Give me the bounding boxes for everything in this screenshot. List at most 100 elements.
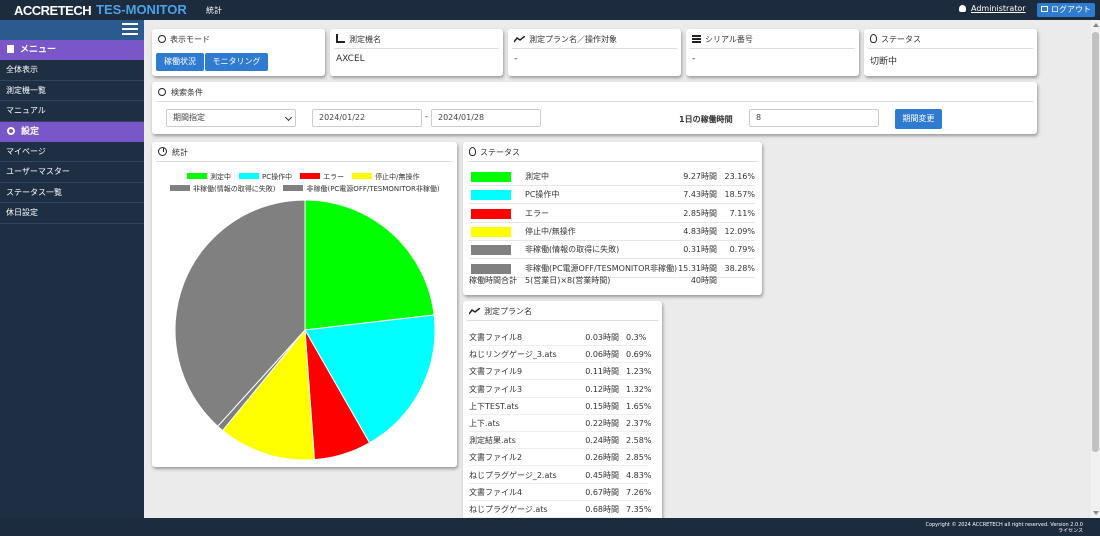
gear-icon [7, 126, 15, 135]
plan-hours: 0.03時間 [585, 333, 619, 342]
sidebar-item-mypage[interactable]: マイページ [0, 142, 144, 162]
plan-label: 文書ファイル2 [469, 453, 523, 463]
sidebar-section-label: 設定 [21, 126, 40, 137]
sidebar-item-overview[interactable]: 全体表示 [0, 60, 144, 81]
status-percent: 7.11% [729, 208, 755, 218]
plan-hours: 0.11時間 [585, 367, 619, 377]
plan-percent: 0.3% [626, 333, 647, 342]
plan-row: ねじプラグゲージ_2.ats 0.45時間 4.83% [469, 467, 651, 484]
chevron-down-icon [284, 113, 293, 122]
status-table-title: ステータス [480, 148, 520, 157]
plan-label: 上下TEST.ats [469, 401, 519, 411]
change-period-button[interactable]: 期間変更 [895, 109, 942, 129]
plan-row: 文書ファイル4 0.67時間 7.26% [469, 484, 651, 501]
plan-percent: 1.65% [626, 401, 652, 411]
stats-card: 統計 測定中 PC操作中 エラー 停止中/無操作 非稼働(情報の取得に失敗) 非稼働(P… [152, 142, 457, 467]
plan-label: 文書ファイル8 [469, 333, 523, 342]
sidebar-item-manual[interactable]: マニュアル [0, 101, 144, 122]
status-hours: 2.85時間 [683, 208, 717, 218]
line-chart-icon [514, 36, 525, 43]
monitoring-button[interactable]: モニタリング [205, 53, 268, 71]
user-link[interactable]: Administrator [959, 4, 1026, 13]
info-icon [158, 35, 166, 43]
user-icon [959, 5, 966, 12]
vertical-scrollbar[interactable] [1091, 20, 1100, 518]
plan-label: 測定結果.ats [469, 436, 516, 446]
status-row: 非稼働(情報の取得に失敗) 0.31時間 0.79% [469, 241, 755, 260]
license-link[interactable]: ライセンス [0, 528, 1083, 534]
logout-icon [1041, 6, 1048, 12]
date-from-input[interactable]: 2024/01/22 [312, 109, 422, 127]
plan-percent: 7.35% [626, 505, 652, 514]
sidebar-section-label: メニュー [20, 45, 57, 55]
status-percent: 18.57% [724, 190, 755, 200]
pie-slice [304, 199, 435, 331]
status-row: 測定中 9.27時間 23.16% [469, 168, 755, 186]
serial-title: シリアル番号 [705, 35, 753, 44]
status-label: 非稼働(情報の取得に失敗) [525, 245, 620, 255]
page-title: 統計 [206, 6, 222, 15]
status-table-card: ステータス 測定中 9.27時間 23.16% PC操作中 7.43時間 18.57% エラ… [463, 142, 762, 295]
plan-label: ねじプラグゲージ_2.ats [469, 470, 557, 480]
plan-row: ねじリングゲージ_3.ats 0.06時間 0.69% [469, 346, 652, 364]
plan-table-card: 測定プラン名 文書ファイル8 0.03時間 0.3% ねじリングゲージ_3.ats 0.… [463, 301, 662, 531]
plan-label: 文書ファイル3 [469, 384, 523, 394]
status-percent: 23.16% [724, 172, 755, 181]
display-mode-card: 表示モード 稼働状況 モニタリング [152, 29, 325, 76]
status-label: 停止中/無操作 [525, 226, 576, 236]
plan-hours: 0.22時間 [585, 419, 619, 428]
period-select[interactable]: 期間指定 [166, 109, 296, 127]
status-hours: 4.83時間 [683, 226, 717, 236]
status-row: エラー 2.85時間 7.11% [469, 205, 755, 223]
display-mode-title: 表示モード [170, 35, 210, 44]
machine-value: AXCEL [336, 54, 365, 64]
logout-label: ログアウト [1051, 5, 1091, 14]
plan-card: 測定プラン名／操作対象 - [508, 29, 681, 76]
sidebar-item-status-list[interactable]: ステータス一覧 [0, 183, 144, 203]
status-title: ステータス [881, 35, 921, 44]
operation-status-button[interactable]: 稼働状況 [156, 53, 204, 71]
machine-title: 測定機名 [349, 35, 381, 44]
list-icon [692, 35, 701, 43]
plan-row: 上下TEST.ats 0.15時間 1.65% [469, 398, 652, 415]
sidebar-item-machines[interactable]: 測定機一覧 [0, 81, 144, 101]
footer: Copyright © 2024 ACCRETECH all right res… [0, 518, 1100, 536]
plan-percent: 1.23% [626, 367, 652, 377]
plan-title: 測定プラン名／操作対象 [529, 35, 617, 44]
status-label: エラー [525, 208, 549, 218]
machine-card: 測定機名 AXCEL [330, 29, 503, 76]
status-percent: 0.79% [729, 245, 755, 255]
status-hours: 9.27時間 [683, 172, 717, 181]
plan-row: 文書ファイル2 0.26時間 2.85% [469, 449, 652, 467]
plan-percent: 2.85% [626, 453, 652, 463]
sidebar-item-user-master[interactable]: ユーザーマスター [0, 162, 144, 183]
plan-hours: 0.45時間 [585, 470, 619, 480]
status-row: 停止中/無操作 4.83時間 12.09% [469, 223, 755, 241]
status-label: 測定中 [525, 172, 549, 181]
status-card: ステータス 切断中 [864, 29, 1037, 76]
plan-label: 上下.ats [469, 419, 500, 428]
scrollbar-thumb[interactable] [1092, 32, 1099, 452]
plan-label: ねじリングゲージ_3.ats [469, 350, 557, 360]
status-percent: 12.09% [724, 226, 755, 236]
period-select-value: 期間指定 [173, 113, 205, 122]
hours-input[interactable]: 8 [749, 109, 879, 127]
plan-row: 上下.ats 0.22時間 2.37% [469, 415, 651, 432]
date-to-input[interactable]: 2024/01/28 [431, 109, 541, 127]
top-bar: ACCRETECH TES-MONITOR 統計 Administrator ロ… [0, 0, 1100, 20]
plan-row: 文書ファイル9 0.11時間 1.23% [469, 363, 652, 381]
date-separator: - [425, 112, 428, 121]
hamburger-menu-icon[interactable] [122, 23, 138, 36]
logout-button[interactable]: ログアウト [1037, 3, 1095, 17]
plan-value: - [514, 54, 518, 64]
search-icon [158, 88, 166, 96]
scroll-down-icon[interactable] [1093, 511, 1099, 515]
sidebar-item-holidays[interactable]: 休日設定 [0, 203, 144, 224]
plan-percent: 0.69% [626, 350, 652, 360]
status-color-swatch [471, 208, 511, 219]
plan-row: 文書ファイル8 0.03時間 0.3% [469, 329, 649, 346]
status-color-swatch [471, 190, 511, 201]
scroll-up-icon[interactable] [1093, 23, 1099, 27]
status-row: PC操作中 7.43時間 18.57% [469, 186, 755, 205]
app-name: TES-MONITOR [96, 2, 187, 17]
